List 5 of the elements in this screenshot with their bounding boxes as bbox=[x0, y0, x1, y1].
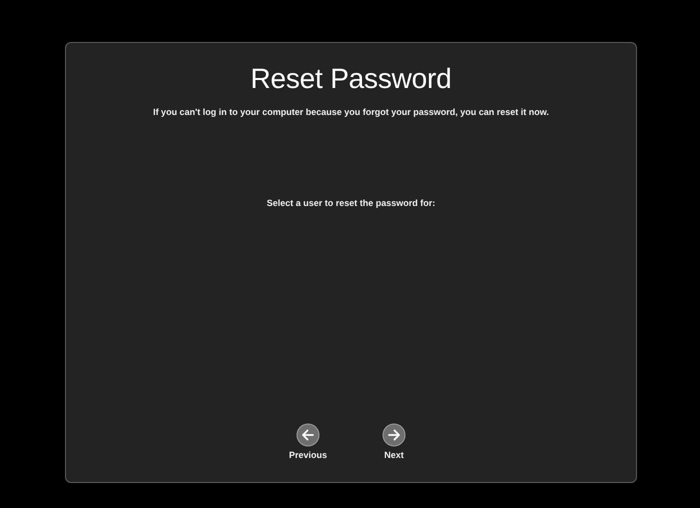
dialog-title: Reset Password bbox=[250, 63, 452, 95]
next-button[interactable]: Next bbox=[372, 423, 416, 460]
prompt-text: Select a user to reset the password for: bbox=[266, 198, 436, 208]
previous-button[interactable]: Previous bbox=[286, 423, 330, 460]
description-text: If you can't log in to your computer because you forgot your password, you can reset it now. bbox=[153, 107, 549, 117]
